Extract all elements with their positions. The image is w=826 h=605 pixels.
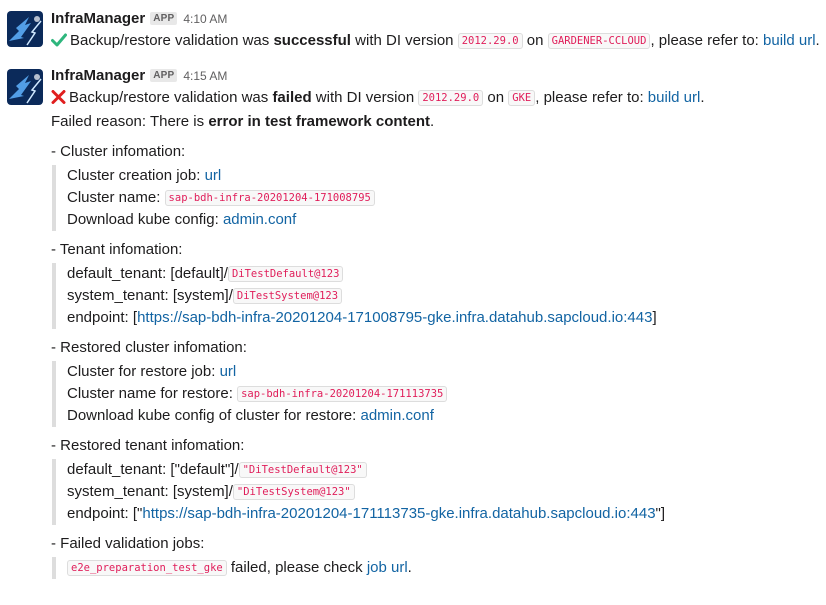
- cluster-info-section: - Cluster infomation: Cluster creation j…: [51, 141, 826, 231]
- failed-job: e2e_preparation_test_gke failed, please …: [67, 557, 826, 579]
- restored-endpoint: endpoint: ["https://sap-bdh-infra-202012…: [67, 505, 666, 522]
- message-text: Backup/restore validation was successful…: [51, 30, 826, 54]
- section-title: - Restored cluster infomation:: [51, 339, 247, 356]
- sender-name[interactable]: InfraManager: [51, 10, 145, 27]
- message-failure: InfraManager APP 4:15 AM Backup/restore va…: [0, 54, 826, 579]
- failed-job-code: e2e_preparation_test_gke: [67, 560, 227, 576]
- section-title: - Cluster infomation:: [51, 143, 186, 160]
- cluster-creation-job: Cluster creation job: url: [67, 167, 222, 184]
- section-title: - Tenant infomation:: [51, 241, 183, 258]
- version-code: 2012.29.0: [418, 90, 484, 106]
- restored-system-tenant-code: "DiTestSystem@123": [232, 484, 355, 500]
- build-url-link[interactable]: build url: [763, 32, 816, 49]
- blockquote: Cluster for restore job: url Cluster nam…: [52, 361, 826, 427]
- blockquote: e2e_preparation_test_gke failed, please …: [52, 557, 826, 579]
- cluster-job-link[interactable]: url: [205, 167, 222, 184]
- check-icon: [51, 32, 67, 54]
- endpoint: endpoint: [https://sap-bdh-infra-2020120…: [67, 309, 657, 326]
- restored-cluster-section: - Restored cluster infomation: Cluster f…: [51, 337, 826, 427]
- platform-code: GARDENER-CCLOUD: [547, 33, 651, 49]
- blockquote: default_tenant: ["default"]/"DiTestDefau…: [52, 459, 826, 525]
- restore-kube-config: Download kube config of cluster for rest…: [67, 407, 434, 424]
- restored-default-tenant: default_tenant: ["default"]/"DiTestDefau…: [67, 459, 826, 481]
- restore-admin-conf-link[interactable]: admin.conf: [360, 407, 433, 424]
- endpoint-link[interactable]: https://sap-bdh-infra-20201204-171008795…: [137, 309, 652, 326]
- avatar[interactable]: [7, 69, 43, 105]
- failed-reason: Failed reason: There is error in test fr…: [51, 113, 435, 130]
- default-tenant: default_tenant: [default]/DiTestDefault@…: [67, 263, 826, 285]
- restored-endpoint-link[interactable]: https://sap-bdh-infra-20201204-171113735…: [142, 505, 655, 522]
- message-header: InfraManager APP 4:10 AM: [51, 8, 826, 30]
- system-tenant: system_tenant: [system]/DiTestSystem@123: [67, 285, 826, 307]
- avatar[interactable]: [7, 11, 43, 47]
- sender-name[interactable]: InfraManager: [51, 67, 145, 84]
- system-tenant-code: DiTestSystem@123: [232, 288, 343, 304]
- restore-cluster-name-code: sap-bdh-infra-20201204-171113735: [237, 386, 448, 402]
- timestamp[interactable]: 4:15 AM: [183, 69, 227, 83]
- kube-config: Download kube config: admin.conf: [67, 211, 297, 228]
- restore-cluster-job: Cluster for restore job: url: [67, 363, 237, 380]
- admin-conf-link[interactable]: admin.conf: [223, 211, 296, 228]
- app-badge: APP: [150, 69, 178, 82]
- platform-code: GKE: [508, 90, 536, 106]
- restored-default-tenant-code: "DiTestDefault@123": [238, 462, 367, 478]
- timestamp[interactable]: 4:10 AM: [183, 12, 227, 26]
- message-text: Backup/restore validation was failed wit…: [51, 87, 826, 111]
- default-tenant-code: DiTestDefault@123: [227, 266, 344, 282]
- restore-job-link[interactable]: url: [220, 363, 237, 380]
- tenant-info-section: - Tenant infomation: default_tenant: [de…: [51, 239, 826, 329]
- message-success: InfraManager APP 4:10 AM Backup/restore va…: [0, 0, 826, 54]
- message-header: InfraManager APP 4:15 AM: [51, 65, 826, 87]
- x-icon: [51, 89, 66, 111]
- section-title: - Restored tenant infomation:: [51, 437, 245, 454]
- build-url-link[interactable]: build url: [648, 89, 701, 106]
- blockquote: default_tenant: [default]/DiTestDefault@…: [52, 263, 826, 329]
- blockquote: Cluster creation job: url Cluster name: …: [52, 165, 826, 231]
- job-url-link[interactable]: job url: [367, 559, 408, 576]
- app-badge: APP: [150, 12, 178, 25]
- restored-system-tenant: system_tenant: [system]/"DiTestSystem@12…: [67, 481, 826, 503]
- section-title: - Failed validation jobs:: [51, 535, 205, 552]
- cluster-name: Cluster name: sap-bdh-infra-20201204-171…: [67, 187, 826, 209]
- status-word: successful: [273, 32, 351, 49]
- version-code: 2012.29.0: [457, 33, 523, 49]
- cluster-name-code: sap-bdh-infra-20201204-171008795: [164, 190, 375, 206]
- restore-cluster-name: Cluster name for restore: sap-bdh-infra-…: [67, 383, 826, 405]
- restored-tenant-section: - Restored tenant infomation: default_te…: [51, 435, 826, 525]
- status-word: failed: [272, 89, 312, 106]
- failed-jobs-section: - Failed validation jobs: e2e_preparatio…: [51, 533, 826, 579]
